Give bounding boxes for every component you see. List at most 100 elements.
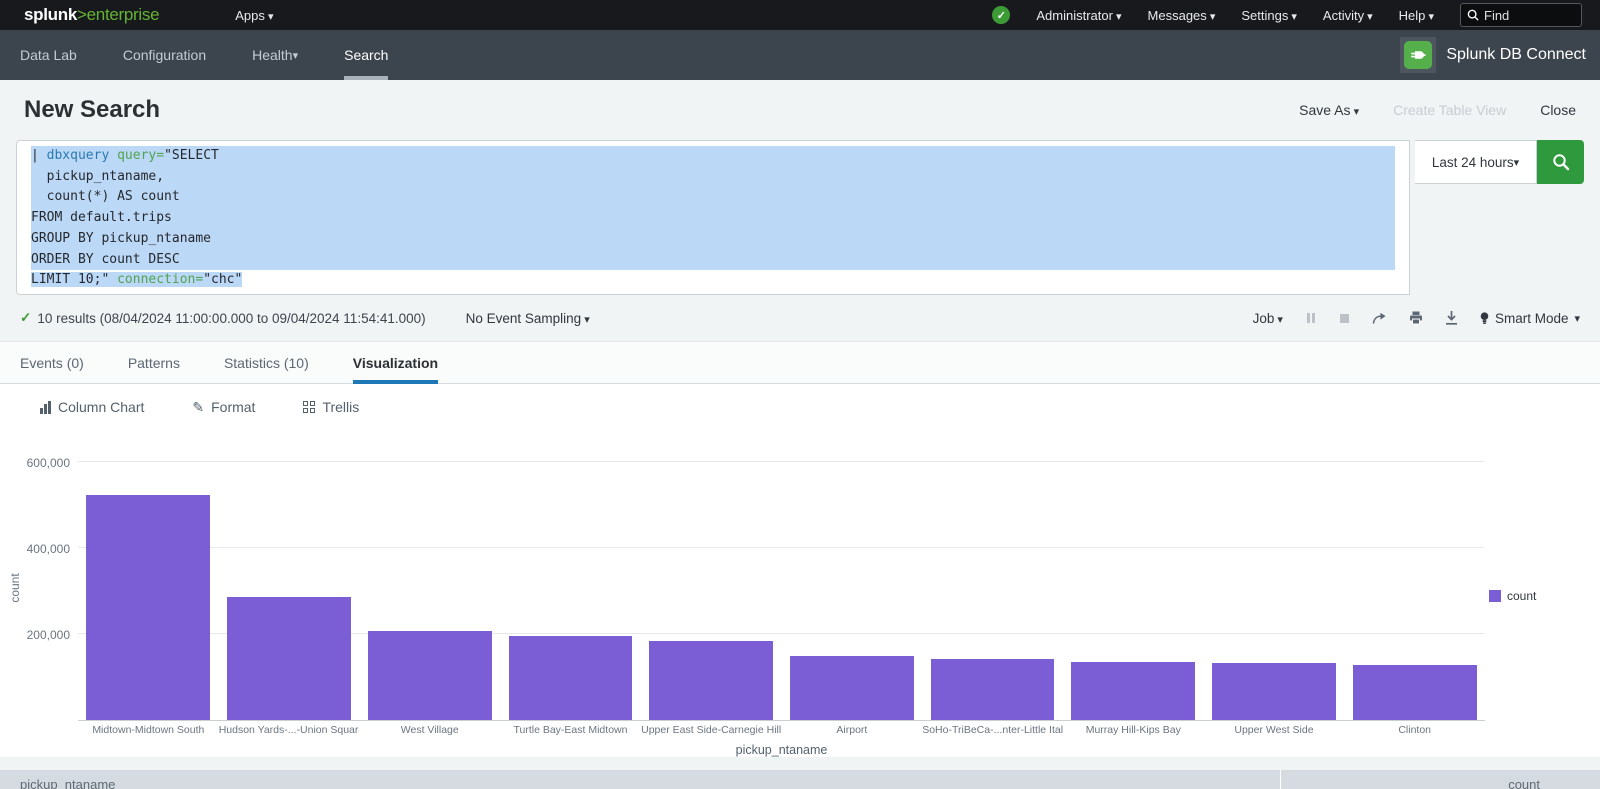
query-line-text: pickup_ntaname, — [31, 167, 1395, 188]
health-status-icon[interactable] — [992, 6, 1010, 24]
create-table-view-button: Create Table View — [1393, 102, 1506, 118]
tab-visualization[interactable]: Visualization — [353, 342, 438, 383]
chart-bar-slot — [1204, 455, 1345, 720]
find-input[interactable] — [1484, 8, 1564, 23]
stop-icon — [1339, 313, 1350, 324]
y-tick-label: 400,000 — [27, 542, 70, 556]
trellis-label: Trellis — [322, 399, 359, 415]
nav-item-search[interactable]: Search — [344, 30, 388, 80]
pencil-icon: ✎ — [192, 399, 204, 416]
close-button[interactable]: Close — [1540, 102, 1576, 118]
y-axis-title: count — [8, 455, 22, 721]
search-icon — [1467, 9, 1479, 21]
trellis-button[interactable]: Trellis — [303, 399, 359, 415]
search-query-editor[interactable]: | dbxquery query="SELECT pickup_ntaname,… — [16, 140, 1410, 295]
tab-patterns[interactable]: Patterns — [128, 342, 180, 383]
lightbulb-icon — [1480, 312, 1489, 325]
logo-gt: > — [77, 5, 87, 24]
top-bar: splunk>enterprise Apps Administrator Mess… — [0, 0, 1600, 30]
query-line-text: | dbxquery query="SELECT — [31, 146, 1395, 167]
chart-bar-upper-west-side[interactable] — [1212, 663, 1336, 720]
nav-item-data-lab[interactable]: Data Lab — [20, 30, 77, 80]
chart-bar-slot — [1344, 455, 1485, 720]
column-header-count[interactable]: count — [1280, 770, 1600, 789]
format-label: Format — [211, 399, 255, 415]
menu-help[interactable]: Help — [1399, 8, 1434, 23]
y-tick-label: 600,000 — [27, 456, 70, 470]
menu-settings[interactable]: Settings — [1241, 8, 1297, 23]
chart-type-label: Column Chart — [58, 399, 144, 415]
x-axis-label: West Village — [359, 724, 500, 736]
visualization-toolbar: Column Chart ✎ Format Trellis — [0, 384, 1600, 430]
app-nav-items: Data Lab Configuration Health Search — [20, 30, 388, 80]
job-menu[interactable]: Job — [1253, 311, 1283, 326]
search-mode-menu[interactable]: Smart Mode — [1480, 311, 1580, 326]
chart-bar-soho-tribeca-nter-little-italy[interactable] — [931, 659, 1055, 720]
query-line-6: ORDER BY count DESC — [31, 250, 1395, 271]
time-range-picker[interactable]: Last 24 hours — [1415, 140, 1537, 184]
chart-bar-west-village[interactable] — [368, 631, 492, 720]
chart-bar-slot — [359, 455, 500, 720]
find-box[interactable] — [1460, 3, 1582, 27]
nav-item-health[interactable]: Health — [252, 30, 298, 80]
db-connect-icon[interactable] — [1400, 37, 1436, 73]
download-icon[interactable] — [1445, 311, 1458, 325]
share-icon[interactable] — [1372, 312, 1387, 325]
chart-bar-hudson-yards-union-square[interactable] — [227, 597, 351, 720]
results-bar: ✓ 10 results (08/04/2024 11:00:00.000 to… — [0, 295, 1600, 341]
x-axis-label: Murray Hill-Kips Bay — [1063, 724, 1204, 736]
query-token: "SELECT — [164, 148, 219, 163]
x-axis-label: SoHo-TriBeCa-...nter-Little Italy — [922, 724, 1063, 736]
event-sampling-menu[interactable]: No Event Sampling — [466, 311, 590, 326]
tab-events-0[interactable]: Events (0) — [20, 342, 84, 383]
trellis-icon — [303, 401, 315, 413]
search-mode-label: Smart Mode — [1495, 311, 1569, 326]
topbar-menus: Administrator Messages Settings Activity Hel… — [1036, 8, 1434, 23]
chart-bar-slot — [78, 455, 219, 720]
query-token: pickup_ntaname, — [31, 169, 164, 184]
plug-icon — [1409, 46, 1427, 64]
column-chart-icon — [40, 401, 51, 414]
query-line-text: FROM default.trips — [31, 208, 1395, 229]
x-axis-label: Upper East Side-Carnegie Hill — [641, 724, 782, 736]
splunk-logo[interactable]: splunk>enterprise — [24, 5, 159, 25]
legend-item[interactable]: count — [1489, 589, 1536, 603]
chart-bar-murray-hill-kips-bay[interactable] — [1071, 662, 1195, 720]
app-title[interactable]: Splunk DB Connect — [1446, 46, 1586, 64]
chart-panel: count 200,000 400,000 600,000 Midtown-Midt… — [0, 430, 1600, 757]
chart-bar-slot — [500, 455, 641, 720]
menu-administrator[interactable]: Administrator — [1036, 8, 1121, 23]
chart-bar-slot — [219, 455, 360, 720]
chart-bar-turtle-bay-east-midtown[interactable] — [509, 636, 633, 720]
tab-statistics-10[interactable]: Statistics (10) — [224, 342, 309, 383]
nav-item-configuration[interactable]: Configuration — [123, 30, 206, 80]
x-axis-label: Turtle Bay-East Midtown — [500, 724, 641, 736]
chart-plot-area — [78, 455, 1485, 721]
x-axis-title: pickup_ntaname — [78, 743, 1485, 757]
apps-menu[interactable]: Apps — [235, 8, 273, 23]
chart-bar-slot — [922, 455, 1063, 720]
column-header-pickup-ntaname[interactable]: pickup_ntaname — [0, 770, 1280, 789]
chart-type-picker[interactable]: Column Chart — [40, 399, 144, 415]
query-token: FROM default.trips — [31, 210, 172, 225]
chart-bar-midtown-midtown-south[interactable] — [86, 495, 210, 720]
result-tabs: Events (0) Patterns Statistics (10) Visuali… — [0, 341, 1600, 384]
query-token: GROUP BY pickup_ntaname — [31, 231, 211, 246]
save-as-button[interactable]: Save As — [1299, 102, 1359, 118]
x-axis-label: Midtown-Midtown South — [78, 724, 219, 736]
run-search-button[interactable] — [1537, 140, 1584, 184]
x-axis-label: Clinton — [1344, 724, 1485, 736]
print-icon[interactable] — [1409, 311, 1423, 325]
query-line-text: GROUP BY pickup_ntaname — [31, 229, 1395, 250]
menu-messages[interactable]: Messages — [1148, 8, 1216, 23]
query-token: count(*) AS count — [31, 189, 180, 204]
query-token: query= — [117, 148, 164, 163]
chart-bar-airport[interactable] — [790, 656, 914, 720]
chart-bar-upper-east-side-carnegie-hill[interactable] — [649, 641, 773, 720]
format-button[interactable]: ✎ Format — [192, 399, 255, 416]
y-tick-label: 200,000 — [27, 628, 70, 642]
chart-bar-clinton[interactable] — [1353, 665, 1477, 720]
menu-activity[interactable]: Activity — [1323, 8, 1373, 23]
search-icon — [1552, 153, 1570, 171]
query-line-7: LIMIT 10;" connection="chc" — [31, 270, 1395, 291]
